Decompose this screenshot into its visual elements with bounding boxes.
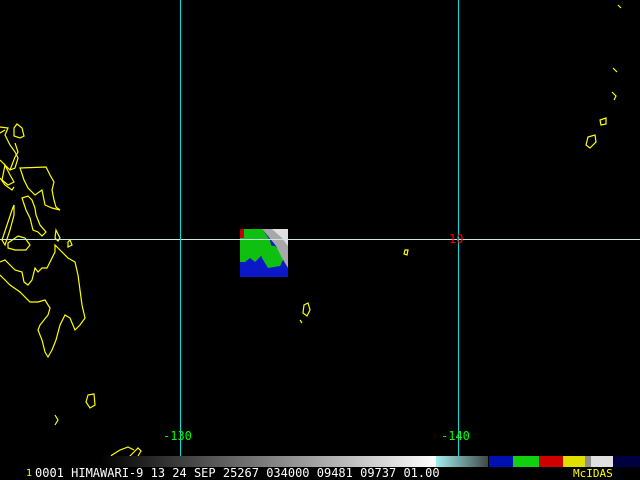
frame-number: 1 [26,468,33,479]
image-info-bar: 1 0001 HIMAWARI-9 13 24 SEP 25267 034000 … [0,467,640,480]
latitude-label-10: 10 [449,232,464,246]
map-overlay [0,0,640,467]
longitude-label-130: -130 [163,429,192,443]
image-info-text: 0001 HIMAWARI-9 13 24 SEP 25267 034000 0… [35,466,440,480]
satellite-data-patch [240,229,288,277]
coastlines [0,4,622,463]
mcidas-brand: McIDAS [573,467,613,480]
satellite-image-view: 10 -130 -140 1 0001 HIMAWARI-9 13 24 SEP … [0,0,640,480]
longitude-label-140: -140 [441,429,470,443]
